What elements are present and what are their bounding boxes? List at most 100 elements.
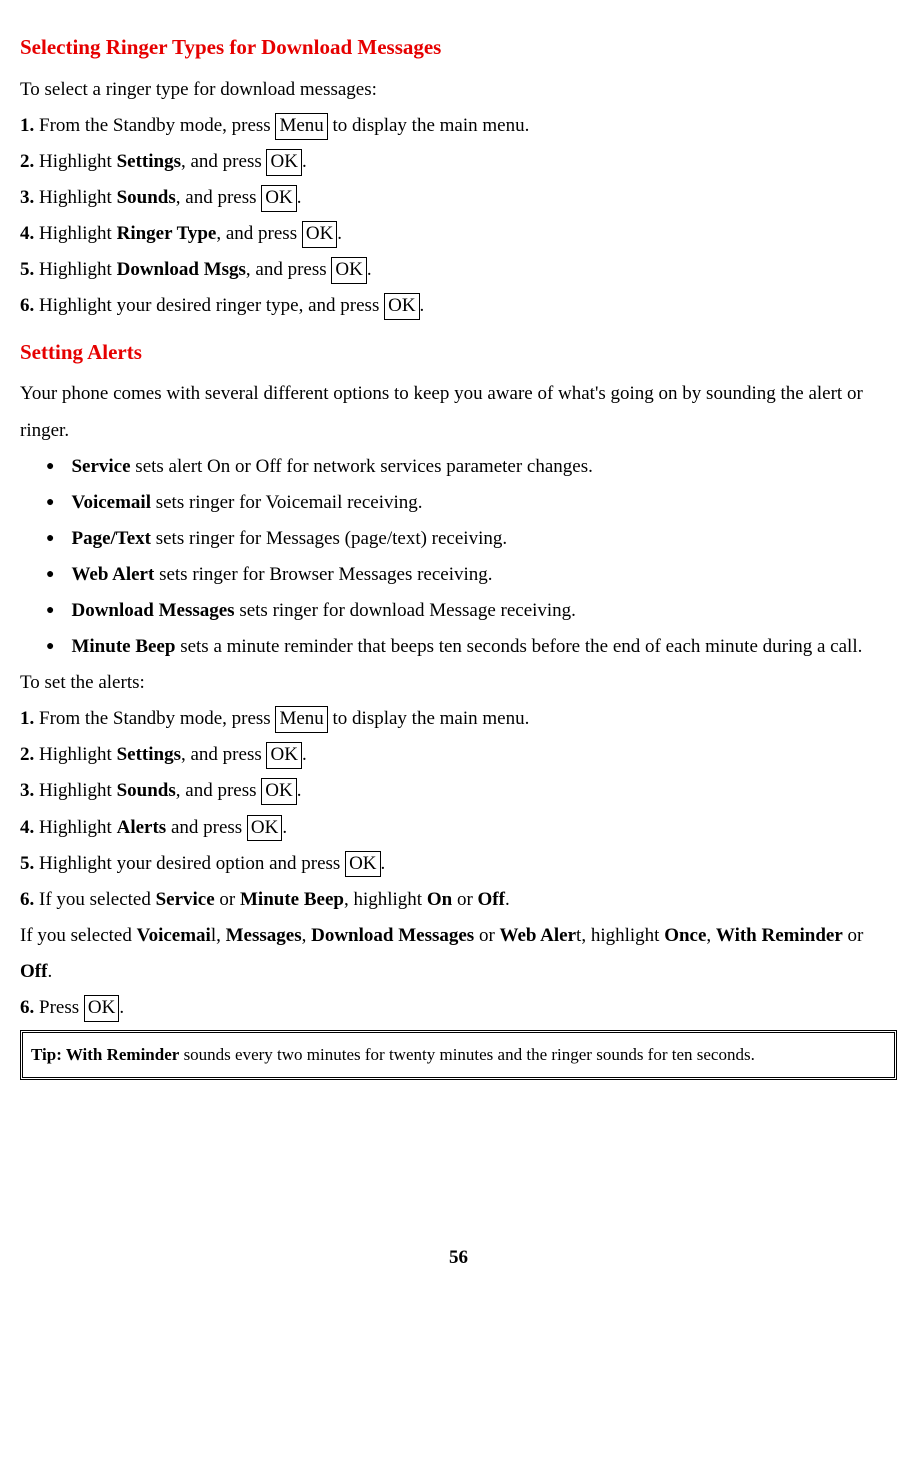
bold-term: Download Messages [71, 600, 234, 621]
list-item: Service sets alert On or Off for network… [20, 449, 897, 485]
period: . [282, 817, 287, 838]
bold-term: Settings [117, 744, 181, 765]
step-text: Highlight [39, 187, 117, 208]
bold-term: Download Msgs [117, 259, 246, 280]
ok-key: OK [261, 185, 296, 212]
step-6: 6. If you selected Service or Minute Bee… [20, 882, 897, 918]
step-number: 1. [20, 708, 34, 729]
step-text: Highlight [39, 780, 117, 801]
text: or [474, 925, 499, 946]
step-number: 6. [20, 889, 34, 910]
step-3: 3. Highlight Sounds, and press OK. [20, 773, 897, 809]
ok-key: OK [302, 221, 337, 248]
step-text: From the Standby mode, press [39, 115, 275, 136]
period: . [420, 295, 425, 316]
ok-key: OK [266, 742, 301, 769]
step-3: 3. Highlight Sounds, and press OK. [20, 180, 897, 216]
menu-key: Menu [275, 113, 327, 140]
step-1: 1. From the Standby mode, press Menu to … [20, 701, 897, 737]
bold-term: Web Aler [500, 925, 577, 946]
step-number: 4. [20, 223, 34, 244]
step-text: From the Standby mode, press [39, 708, 275, 729]
period: . [297, 187, 302, 208]
bold-term: Web Alert [71, 564, 154, 585]
ok-key: OK [345, 851, 380, 878]
tip-label: Tip: With Reminder [31, 1045, 179, 1064]
step-number: 2. [20, 151, 34, 172]
period: . [381, 853, 386, 874]
ok-key: OK [384, 293, 419, 320]
item-text: sets ringer for Browser Messages receivi… [154, 564, 492, 585]
bold-term: Sounds [117, 780, 176, 801]
period: . [367, 259, 372, 280]
list-item: Web Alert sets ringer for Browser Messag… [20, 557, 897, 593]
step-text: and press [166, 817, 247, 838]
step-text: Highlight [39, 817, 117, 838]
text: If you selected [20, 925, 137, 946]
bold-term: Messages [226, 925, 302, 946]
bullet-list: Service sets alert On or Off for network… [20, 449, 897, 666]
step-4: 4. Highlight Ringer Type, and press OK. [20, 216, 897, 252]
ok-key: OK [261, 778, 296, 805]
ok-key: OK [331, 257, 366, 284]
item-text: sets ringer for download Message receivi… [235, 600, 576, 621]
step-text: , and press [176, 187, 261, 208]
step-number: 4. [20, 817, 34, 838]
step-number: 3. [20, 780, 34, 801]
intro-paragraph: To set the alerts: [20, 665, 897, 701]
step-text: Highlight [39, 151, 117, 172]
step-number: 5. [20, 259, 34, 280]
bold-term: Off [478, 889, 505, 910]
step-text: Highlight your desired ringer type, and … [39, 295, 384, 316]
period: . [302, 744, 307, 765]
step-number: 1. [20, 115, 34, 136]
period: . [47, 961, 52, 982]
step-text: Press [39, 997, 84, 1018]
bold-term: Once [664, 925, 706, 946]
step-text: or [452, 889, 477, 910]
step-text: to display the main menu. [328, 115, 530, 136]
text: , [302, 925, 312, 946]
page-number: 56 [20, 1240, 897, 1276]
text: , [706, 925, 716, 946]
step-number: 5. [20, 853, 34, 874]
item-text: sets a minute reminder that beeps ten se… [175, 636, 862, 657]
period: . [337, 223, 342, 244]
tip-text: sounds every two minutes for twenty minu… [179, 1045, 755, 1064]
text: t, highlight [576, 925, 664, 946]
bold-term: Off [20, 961, 47, 982]
step-5: 5. Highlight Download Msgs, and press OK… [20, 252, 897, 288]
step-2: 2. Highlight Settings, and press OK. [20, 737, 897, 773]
period: . [505, 889, 510, 910]
step-text: Highlight [39, 259, 117, 280]
text: or [843, 925, 864, 946]
bold-term: Voicemai [137, 925, 211, 946]
step-text: If you selected [39, 889, 156, 910]
list-item: Voicemail sets ringer for Voicemail rece… [20, 485, 897, 521]
step-number: 2. [20, 744, 34, 765]
bold-term: Download Messages [311, 925, 474, 946]
item-text: sets ringer for Voicemail receiving. [151, 492, 423, 513]
step-5: 5. Highlight your desired option and pre… [20, 846, 897, 882]
step-number: 3. [20, 187, 34, 208]
step-text: Highlight your desired option and press [39, 853, 345, 874]
section-heading-ringer-types: Selecting Ringer Types for Download Mess… [20, 28, 897, 68]
bold-term: Alerts [117, 817, 167, 838]
step-2: 2. Highlight Settings, and press OK. [20, 144, 897, 180]
list-item: Minute Beep sets a minute reminder that … [20, 629, 897, 665]
step-4: 4. Highlight Alerts and press OK. [20, 810, 897, 846]
tip-box: Tip: With Reminder sounds every two minu… [20, 1030, 897, 1080]
list-item: Download Messages sets ringer for downlo… [20, 593, 897, 629]
period: . [302, 151, 307, 172]
intro-paragraph: Your phone comes with several different … [20, 376, 897, 448]
period: . [297, 780, 302, 801]
item-text: sets ringer for Messages (page/text) rec… [151, 528, 507, 549]
conditional-paragraph: If you selected Voicemail, Messages, Dow… [20, 918, 897, 990]
step-text: , and press [246, 259, 331, 280]
step-number: 6. [20, 295, 34, 316]
period: . [119, 997, 124, 1018]
bold-term: Minute Beep [240, 889, 344, 910]
bold-term: Voicemail [71, 492, 151, 513]
step-1: 1. From the Standby mode, press Menu to … [20, 108, 897, 144]
step-number: 6. [20, 997, 34, 1018]
